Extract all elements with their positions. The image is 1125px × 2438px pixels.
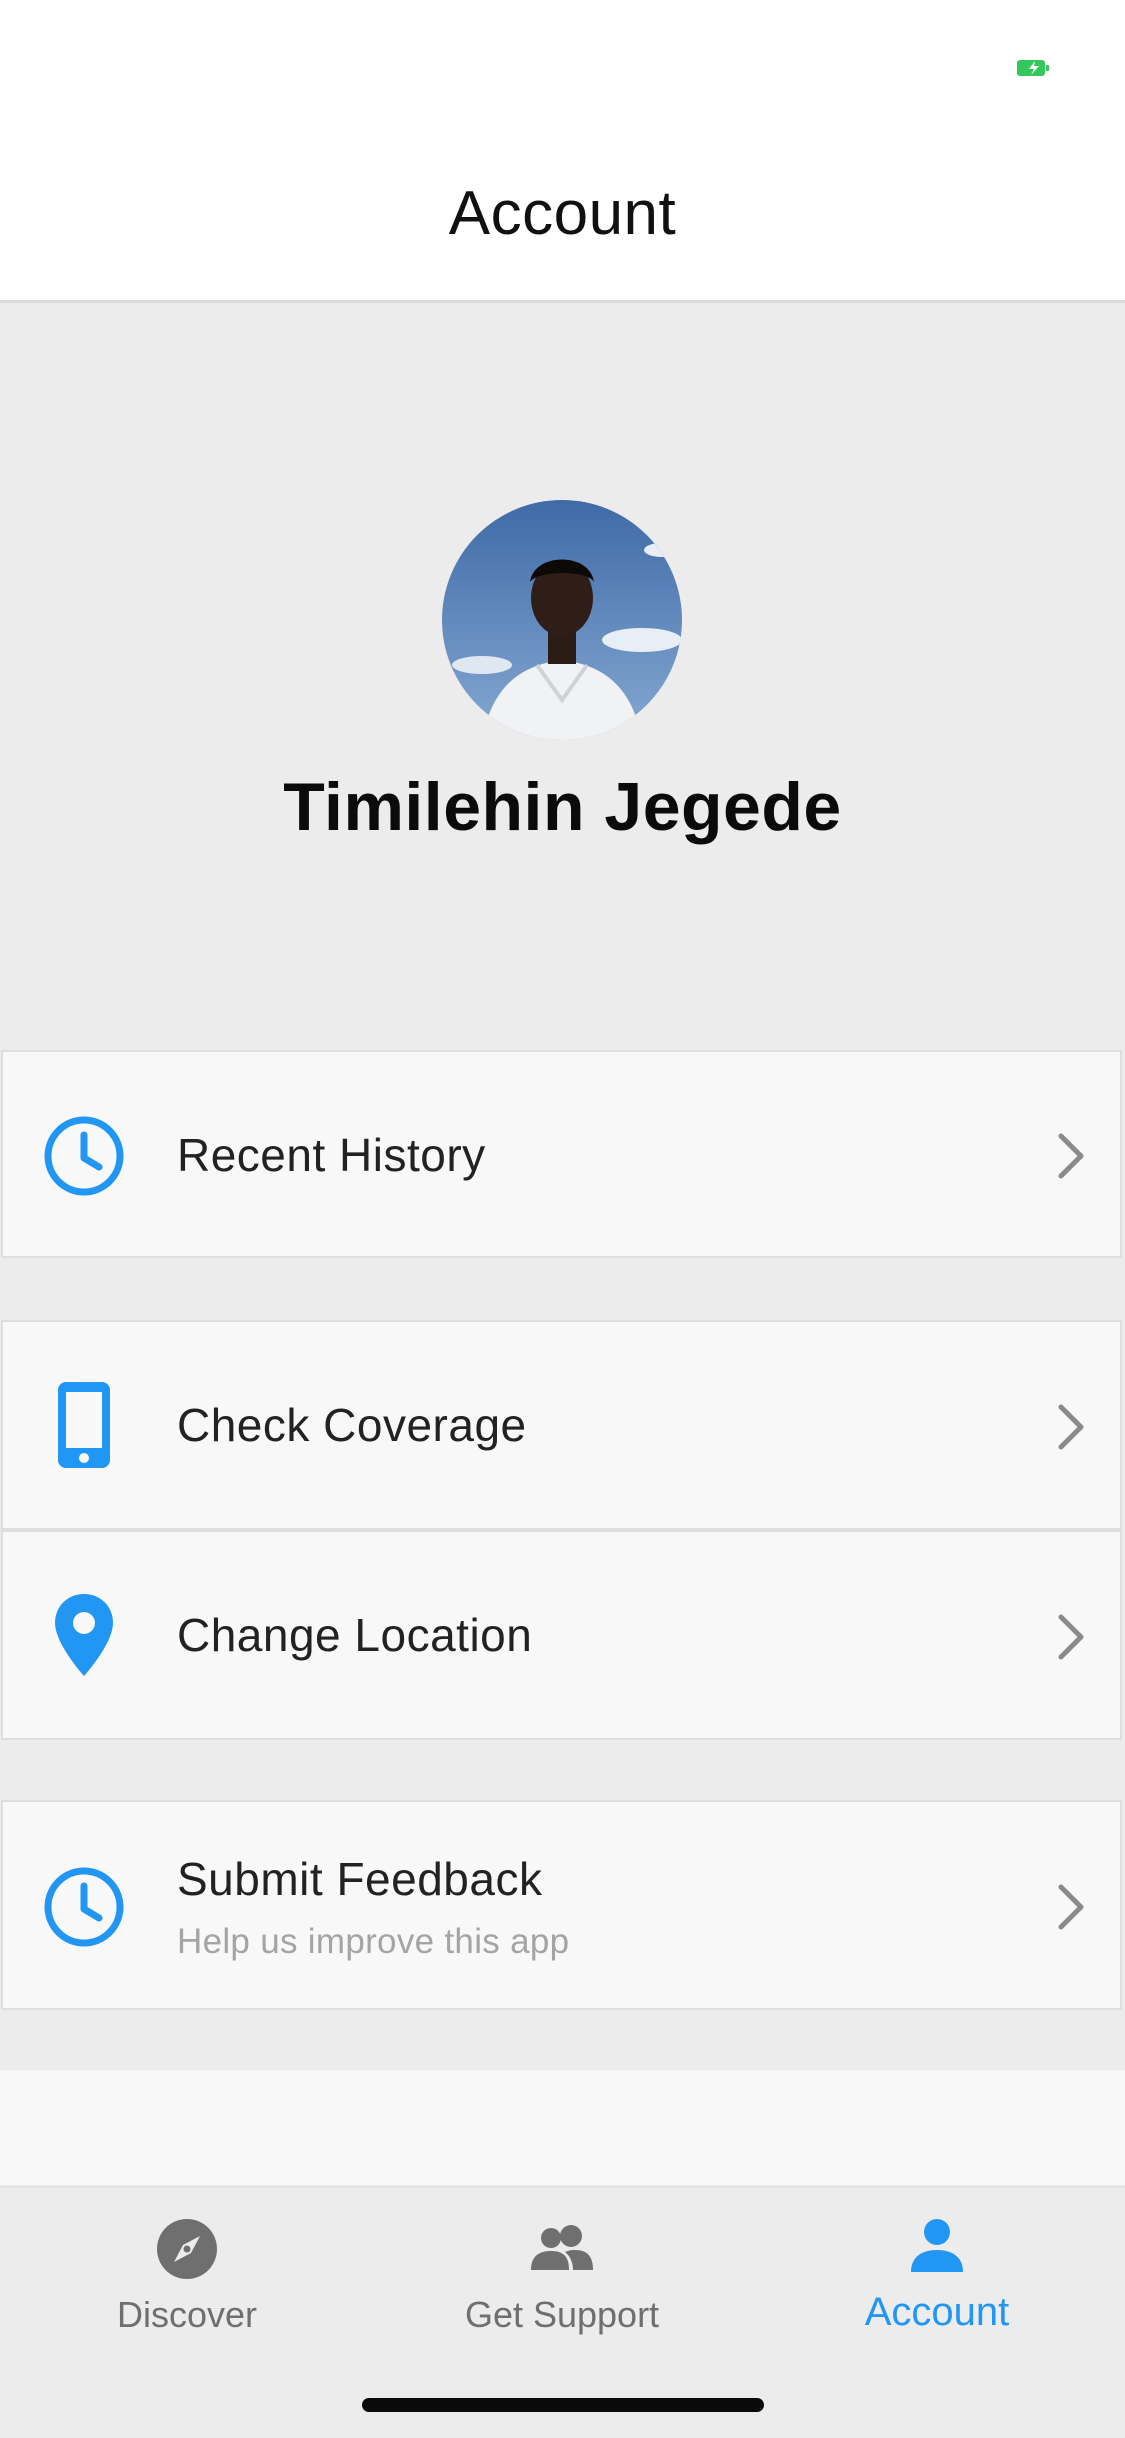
menu-item-check-coverage[interactable]: Check Coverage	[1, 1320, 1122, 1530]
tab-label: Account	[864, 2290, 1010, 2334]
menu-item-label: Submit Feedback	[177, 1853, 543, 1905]
people-icon	[412, 2224, 712, 2294]
page-title: Account	[448, 179, 677, 248]
compass-icon	[37, 2218, 337, 2288]
chevron-right-icon	[1058, 1133, 1084, 1179]
avatar[interactable]	[442, 500, 682, 740]
tab-get-support[interactable]: Get Support	[412, 2188, 712, 2348]
clock-icon	[39, 1862, 129, 1952]
menu-item-submit-feedback[interactable]: Submit Feedback Help us improve this app	[1, 1800, 1122, 2010]
chevron-right-icon	[1058, 1404, 1084, 1450]
list-footer	[0, 2070, 1125, 2185]
tab-account[interactable]: Account	[787, 2188, 1087, 2348]
phone-icon	[39, 1380, 129, 1470]
profile-photo	[442, 500, 682, 740]
tab-label: Discover	[116, 2294, 258, 2335]
chevron-right-icon	[1058, 1614, 1084, 1660]
navigation-header: Account	[0, 130, 1125, 303]
person-icon	[787, 2218, 1087, 2288]
status-bar	[0, 0, 1125, 130]
menu-item-label: Change Location	[177, 1609, 533, 1661]
clock-icon	[39, 1111, 129, 1201]
menu-item-change-location[interactable]: Change Location	[1, 1530, 1122, 1740]
profile-name: Timilehin Jegede	[283, 769, 842, 845]
menu-item-label: Check Coverage	[177, 1399, 527, 1451]
battery-charging-icon	[1017, 60, 1049, 76]
menu-item-recent-history[interactable]: Recent History	[1, 1050, 1122, 1258]
location-pin-icon	[39, 1590, 129, 1680]
menu-item-label: Recent History	[177, 1129, 486, 1181]
chevron-right-icon	[1058, 1884, 1084, 1930]
tab-label: Get Support	[464, 2294, 660, 2335]
home-indicator	[362, 2398, 764, 2412]
tab-discover[interactable]: Discover	[37, 2188, 337, 2348]
menu-item-sublabel: Help us improve this app	[177, 1922, 570, 1961]
